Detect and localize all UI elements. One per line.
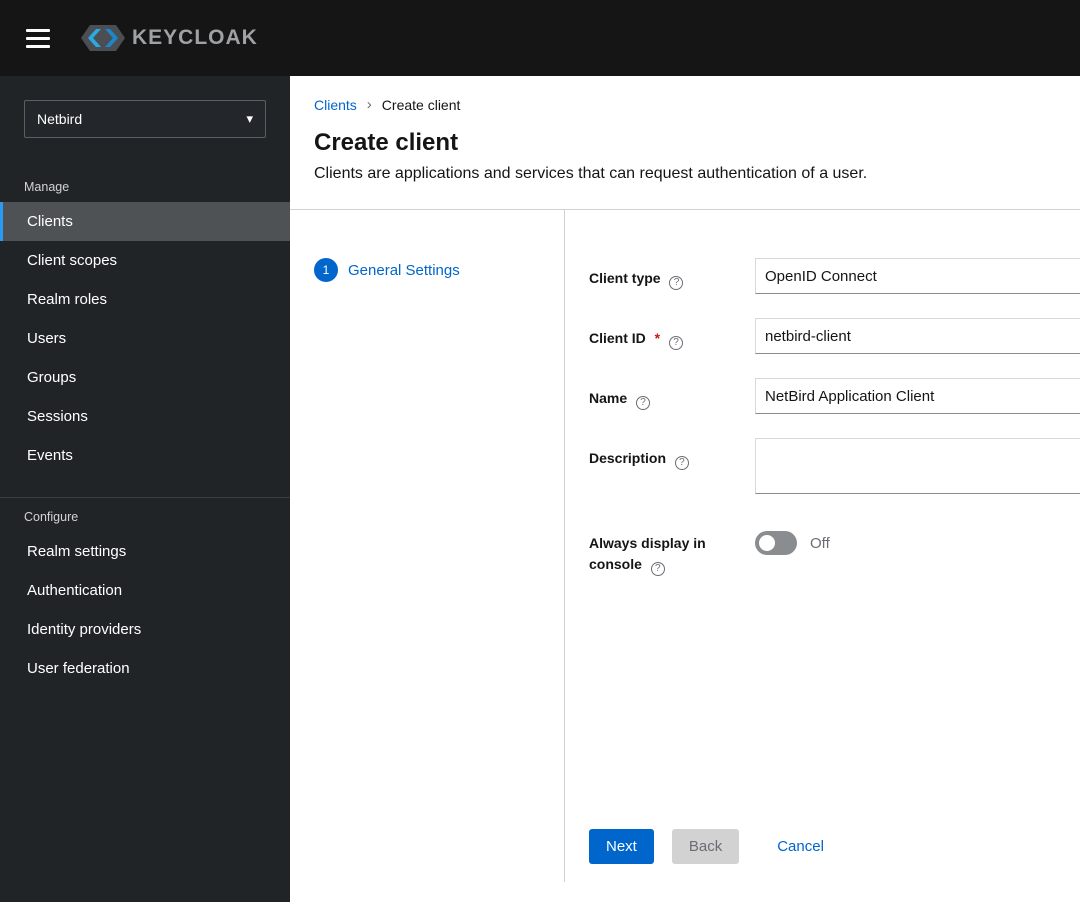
sidebar-item-client-scopes[interactable]: Client scopes — [0, 241, 290, 280]
sidebar-item-realm-settings[interactable]: Realm settings — [0, 532, 290, 571]
sidebar-item-sessions[interactable]: Sessions — [0, 397, 290, 436]
layout: Netbird ▾ Manage Clients Client scopes R… — [0, 76, 1080, 902]
name-label: Name — [589, 390, 628, 406]
form-row-client-type: Client type ? — [589, 258, 1080, 294]
description-textarea[interactable] — [755, 438, 1080, 494]
sidebar-item-users[interactable]: Users — [0, 319, 290, 358]
toggle-state-label: Off — [810, 534, 830, 552]
breadcrumb-current: Create client — [381, 96, 461, 113]
required-marker: * — [654, 330, 661, 346]
sidebar-item-user-federation[interactable]: User federation — [0, 649, 290, 688]
nav-section-manage: Manage Clients Client scopes Realm roles… — [0, 172, 290, 475]
step-number-badge: 1 — [314, 258, 338, 282]
form-row-name: Name ? — [589, 378, 1080, 414]
breadcrumb-separator-icon: › — [366, 96, 372, 113]
client-type-control — [755, 258, 1080, 294]
description-control — [755, 438, 1080, 499]
page-title: Create client — [314, 129, 459, 156]
always-display-toggle[interactable] — [755, 531, 797, 555]
form-row-always-display: Always display in console ? Off — [589, 523, 1080, 576]
realm-selector-wrap: Netbird ▾ — [0, 76, 290, 150]
name-control — [755, 378, 1080, 414]
create-client-form: Client type ? Client ID * ? — [565, 210, 1080, 882]
form-row-client-id: Client ID * ? — [589, 318, 1080, 354]
nav-section-title: Manage — [24, 180, 70, 194]
sidebar-item-authentication[interactable]: Authentication — [0, 571, 290, 610]
client-id-control — [755, 318, 1080, 354]
realm-selector-value: Netbird — [37, 111, 83, 127]
back-button[interactable]: Back — [671, 829, 740, 864]
page-description: Clients are applications and services th… — [314, 165, 868, 182]
help-icon[interactable]: ? — [674, 455, 689, 470]
help-icon[interactable]: ? — [669, 335, 684, 350]
cancel-button[interactable]: Cancel — [773, 829, 828, 864]
next-button[interactable]: Next — [589, 829, 654, 864]
help-icon[interactable]: ? — [669, 275, 684, 290]
brand-text: KEYCLOAK — [132, 26, 258, 49]
sidebar-item-groups[interactable]: Groups — [0, 358, 290, 397]
wizard-step-general-settings[interactable]: 1 General Settings — [314, 258, 540, 282]
menu-icon[interactable] — [24, 25, 52, 52]
name-input[interactable] — [755, 378, 1080, 414]
wizard-actions: Next Back Cancel — [589, 829, 1080, 864]
form-row-description: Description ? — [589, 438, 1080, 499]
realm-selector[interactable]: Netbird ▾ — [24, 100, 266, 138]
client-type-label: Client type — [589, 270, 661, 286]
masthead: KEYCLOAK — [0, 0, 1080, 76]
sidebar-item-clients[interactable]: Clients — [0, 202, 290, 241]
nav-section-title: Configure — [24, 510, 79, 524]
client-id-input[interactable] — [755, 318, 1080, 354]
always-display-control: Off — [755, 523, 1080, 576]
step-label: General Settings — [348, 261, 460, 279]
keycloak-icon — [81, 25, 125, 51]
app-root: KEYCLOAK Netbird ▾ Manage Clients Client… — [0, 0, 1080, 902]
help-icon[interactable]: ? — [636, 395, 651, 410]
chevron-down-icon: ▾ — [246, 111, 253, 126]
always-display-label-wrap: Always display in console ? — [589, 523, 755, 576]
keycloak-logo: KEYCLOAK — [80, 24, 258, 52]
sidebar: Netbird ▾ Manage Clients Client scopes R… — [0, 76, 290, 902]
breadcrumb: Clients › Create client — [314, 96, 1056, 113]
client-type-label-wrap: Client type ? — [589, 258, 755, 294]
client-type-select[interactable] — [755, 258, 1080, 294]
always-display-label: Always display in console — [589, 535, 706, 572]
sidebar-item-identity-providers[interactable]: Identity providers — [0, 610, 290, 649]
help-icon[interactable]: ? — [650, 561, 665, 576]
wizard-body: 1 General Settings Client type ? OpenID … — [290, 210, 1080, 882]
wizard-nav: 1 General Settings — [290, 210, 565, 882]
toggle-knob — [759, 535, 775, 551]
description-label-wrap: Description ? — [589, 438, 755, 499]
breadcrumb-clients-link[interactable]: Clients — [314, 97, 357, 113]
sidebar-item-events[interactable]: Events — [0, 436, 290, 475]
page-header: Clients › Create client Create client Cl… — [290, 76, 1080, 210]
nav-section-configure: Configure Realm settings Authentication … — [0, 497, 290, 688]
client-id-label: Client ID — [589, 330, 646, 346]
sidebar-item-realm-roles[interactable]: Realm roles — [0, 280, 290, 319]
description-label: Description — [589, 450, 667, 466]
main-content: Clients › Create client Create client Cl… — [290, 76, 1080, 902]
name-label-wrap: Name ? — [589, 378, 755, 414]
client-id-label-wrap: Client ID * ? — [589, 318, 755, 354]
